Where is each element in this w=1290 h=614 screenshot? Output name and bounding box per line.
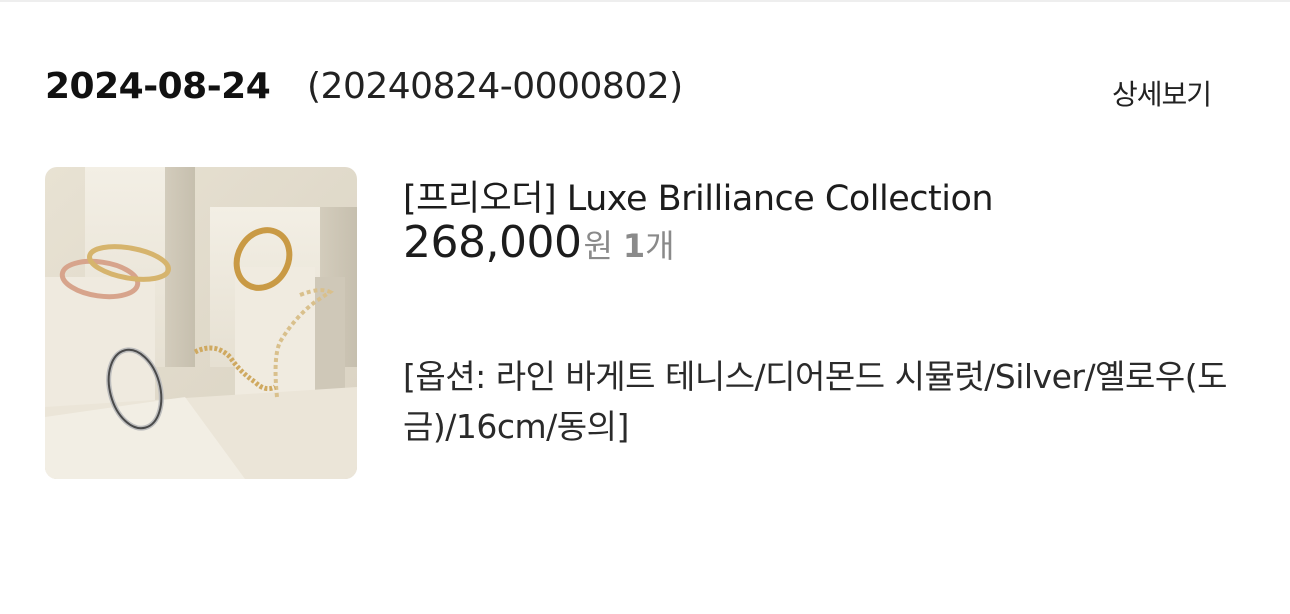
price-line: 268,000원 1개 [403,217,675,268]
product-options: [옵션: 라인 바게트 테니스/디어몬드 시뮬럿/Silver/옐로우(도금)/… [403,357,1227,446]
top-divider [0,0,1290,2]
order-number: (20240824-0000802) [307,66,683,107]
product-name[interactable]: [프리오더] Luxe Brilliance Collection [403,170,994,221]
view-details-link[interactable]: 상세보기 [1112,73,1212,113]
quantity-unit: 개 [645,227,675,265]
order-header: 2024-08-24 (20240824-0000802) 상세보기 [45,64,1245,114]
product-thumbnail[interactable] [45,167,357,479]
price-currency: 원 [583,227,613,265]
order-date: 2024-08-24 [45,66,271,107]
price-amount: 268,000 [403,217,582,268]
bracelet-product-photo-icon [45,167,357,479]
order-item: [프리오더] Luxe Brilliance Collection 268,00… [45,167,1245,479]
quantity-value: 1 [622,227,646,265]
